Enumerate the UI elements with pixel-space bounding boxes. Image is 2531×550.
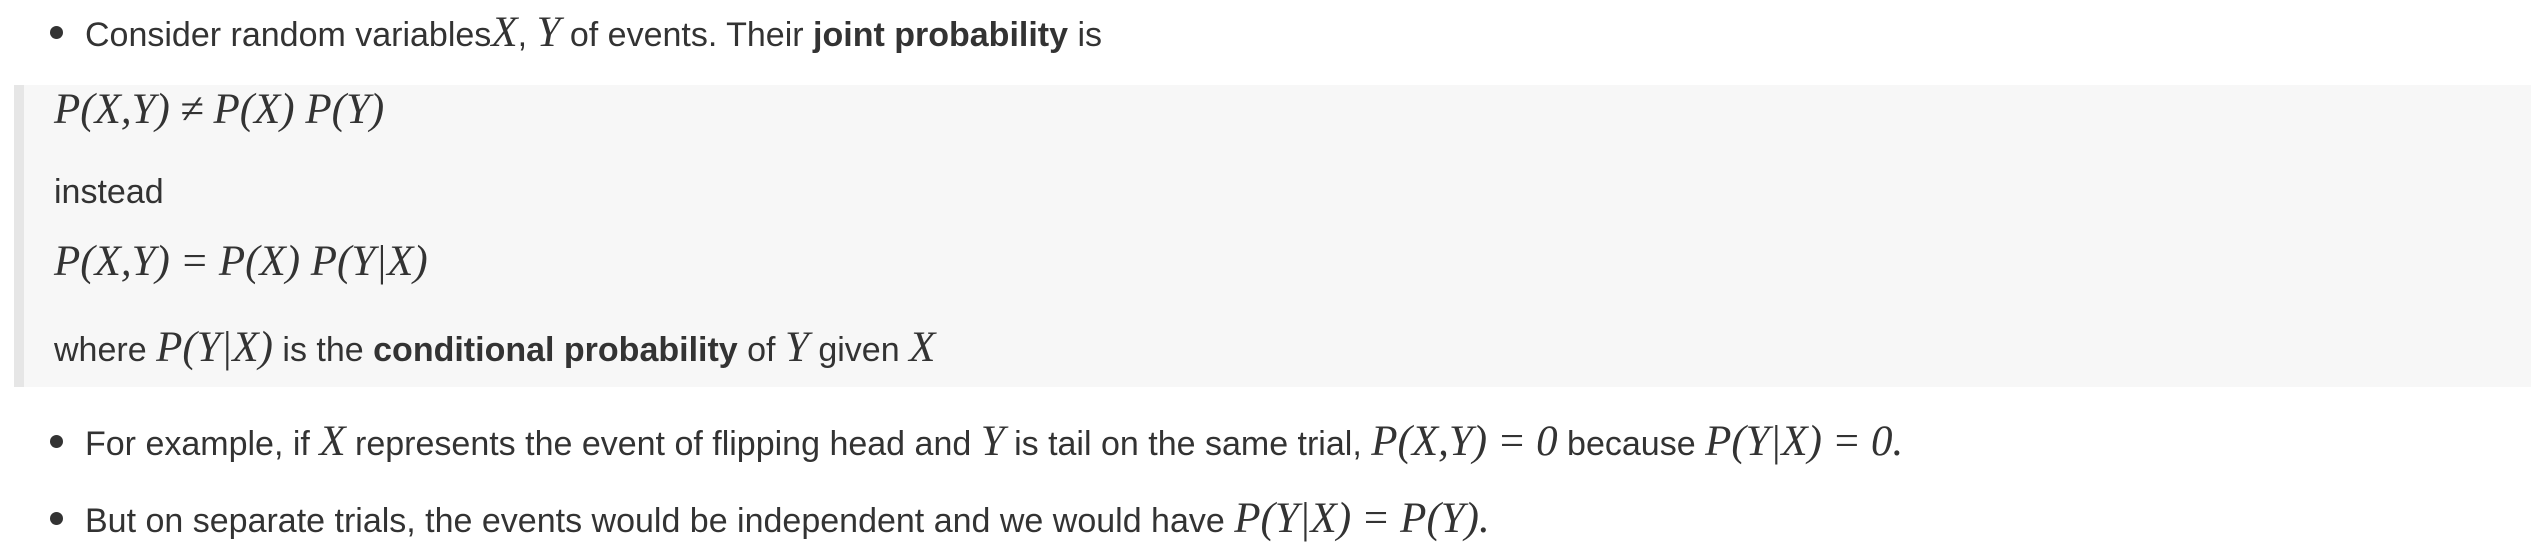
instead-label: instead (54, 173, 164, 211)
intro-bullet: Consider random variables X , Y of event… (50, 8, 1102, 57)
eq2-rhs: P(X) P(Y|X) (218, 238, 428, 285)
where-text: where P(Y|X) is the conditional probabil… (54, 323, 935, 372)
example-t4: because (1557, 425, 1706, 463)
where-of: of (737, 331, 785, 369)
where-middle: is the (272, 331, 374, 369)
separate-expr2: P(Y) (1400, 495, 1479, 542)
separate-expr1: P(Y|X) (1234, 495, 1352, 542)
var-y: Y (536, 9, 561, 56)
example-expr1: P(X,Y) (1371, 418, 1488, 465)
separate-t2: . (1479, 495, 1490, 542)
blockquote: P(X,Y) ≠ P(X) P(Y) instead P(X,Y) = P(X)… (14, 85, 2531, 387)
var-x: X (491, 9, 518, 56)
where-var-x: X (909, 324, 936, 371)
equation-inequality: P(X,Y) ≠ P(X) P(Y) (54, 85, 384, 134)
where-expr: P(Y|X) (156, 324, 273, 371)
where-given: given (808, 331, 910, 369)
example-y: Y (980, 418, 1005, 465)
intro-text-middle: of events. Their (560, 16, 814, 54)
example-t2: represents the event of flipping head an… (345, 425, 981, 463)
equation-chain-rule: P(X,Y) = P(X) P(Y|X) (54, 237, 428, 286)
eq1-lhs: P(X,Y) (54, 86, 170, 133)
example-eq2: = (1831, 418, 1861, 465)
example-bullet: For example, if X represents the event o… (50, 417, 1903, 466)
eq1-rhs: P(X) P(Y) (213, 86, 385, 133)
separate-eq: = (1361, 495, 1391, 542)
intro-text-before: Consider random variables (85, 16, 492, 54)
separate-trials-bullet: But on separate trials, the events would… (50, 494, 1490, 543)
conditional-probability-term: conditional probability (373, 331, 738, 369)
bullet-dot (50, 435, 63, 448)
bullet-dot (50, 26, 63, 39)
eq1-op: ≠ (179, 86, 204, 133)
eq2-lhs: P(X,Y) (54, 238, 170, 285)
example-eq1: = (1497, 418, 1527, 465)
where-before: where (54, 331, 157, 369)
example-t1: For example, if (85, 425, 320, 463)
where-var-y: Y (784, 324, 809, 371)
example-t3: is tail on the same trial, (1004, 425, 1372, 463)
eq2-op: = (179, 238, 209, 285)
example-x: X (319, 418, 346, 465)
intro-text-after: is (1068, 16, 1103, 54)
joint-probability-term: joint probability (813, 16, 1069, 54)
example-val2: 0 (1871, 418, 1893, 465)
instead-text: instead (54, 173, 164, 212)
example-expr2: P(Y|X) (1705, 418, 1822, 465)
intro-comma: , (517, 16, 537, 54)
example-val1: 0 (1536, 418, 1558, 465)
separate-t1: But on separate trials, the events would… (85, 502, 1235, 540)
bullet-dot (50, 512, 63, 525)
example-t5: . (1892, 418, 1904, 465)
